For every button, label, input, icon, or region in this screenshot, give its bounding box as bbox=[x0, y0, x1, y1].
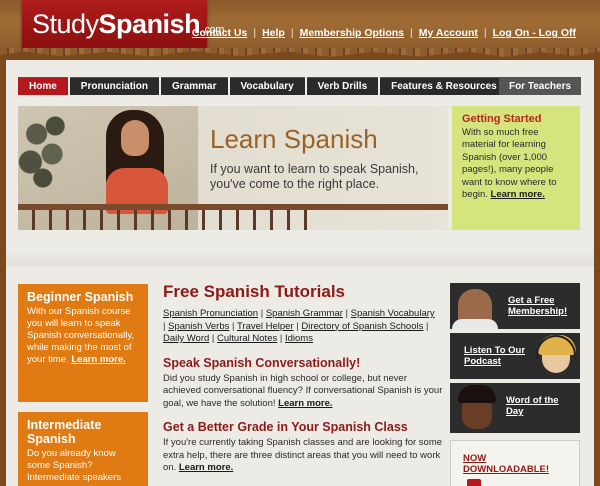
speak-conversationally-text: Did you study Spanish in high school or … bbox=[163, 372, 443, 409]
link-spanish-pronunciation[interactable]: Spanish Pronunciation bbox=[163, 308, 258, 319]
getting-started-box: Getting Started With so much free materi… bbox=[452, 106, 580, 230]
link-spanish-verbs[interactable]: Spanish Verbs bbox=[168, 321, 229, 332]
site-header: StudySpanish .com Contact Us | Help | Mem… bbox=[0, 0, 600, 52]
logo-box[interactable]: StudySpanish .com bbox=[22, 0, 224, 48]
man-shirt-graphic bbox=[452, 319, 498, 329]
better-grade-text: If you're currently taking Spanish class… bbox=[163, 437, 443, 473]
railing-posts-graphic bbox=[18, 210, 318, 230]
contact-us-link[interactable]: Contact Us bbox=[186, 27, 253, 39]
hero-banner: Learn Spanish If you want to learn to sp… bbox=[18, 106, 448, 230]
main-panel: Home Pronunciation Grammar Vocabulary Ve… bbox=[6, 60, 594, 250]
link-cultural-notes[interactable]: Cultural Notes bbox=[217, 333, 277, 344]
downloadable-promo[interactable]: NOW DOWNLOADABLE! bbox=[450, 440, 580, 486]
my-account-link[interactable]: My Account bbox=[413, 27, 484, 39]
center-column: Free Spanish Tutorials Spanish Pronuncia… bbox=[163, 282, 443, 475]
link-directory-spanish-schools[interactable]: Directory of Spanish Schools bbox=[301, 321, 423, 332]
free-membership-link[interactable]: Get a Free Membership! bbox=[508, 295, 576, 317]
word-of-day-promo[interactable]: Word of the Day bbox=[450, 383, 580, 433]
word-of-day-link[interactable]: Word of the Day bbox=[506, 395, 572, 417]
free-membership-promo[interactable]: Get a Free Membership! bbox=[450, 283, 580, 329]
link-idioms[interactable]: Idioms bbox=[285, 333, 313, 344]
woman-hair-dark-graphic bbox=[458, 385, 496, 403]
log-on-log-off-link[interactable]: Log On - Log Off bbox=[487, 27, 582, 39]
podcast-promo[interactable]: Listen To Our Podcast bbox=[450, 333, 580, 379]
intermediate-spanish-title[interactable]: Intermediate Spanish bbox=[27, 418, 139, 446]
link-travel-helper[interactable]: Travel Helper bbox=[237, 321, 294, 332]
beginner-spanish-title[interactable]: Beginner Spanish bbox=[27, 290, 139, 304]
tab-home[interactable]: Home bbox=[18, 77, 68, 95]
main-tabs: Home Pronunciation Grammar Vocabulary Ve… bbox=[18, 77, 581, 95]
better-grade-title[interactable]: Get a Better Grade in Your Spanish Class bbox=[163, 420, 443, 434]
getting-started-learn-more-link[interactable]: Learn more. bbox=[491, 189, 545, 200]
hero-title: Learn Spanish bbox=[210, 124, 378, 154]
link-daily-word[interactable]: Daily Word bbox=[163, 333, 209, 344]
membership-options-link[interactable]: Membership Options bbox=[294, 27, 410, 39]
grade-learn-more-link[interactable]: Learn more. bbox=[179, 462, 233, 473]
tab-pronunciation[interactable]: Pronunciation bbox=[69, 77, 160, 95]
divider-strip bbox=[6, 250, 594, 266]
podcast-link[interactable]: Listen To Our Podcast bbox=[464, 345, 536, 367]
speak-conversationally-title[interactable]: Speak Spanish Conversationally! bbox=[163, 356, 443, 370]
tab-grammar[interactable]: Grammar bbox=[161, 77, 228, 95]
link-spanish-grammar[interactable]: Spanish Grammar bbox=[266, 308, 343, 319]
woman-face-graphic bbox=[121, 120, 149, 156]
intermediate-spanish-text: Do you already know some Spanish? Interm… bbox=[27, 448, 121, 483]
tab-verb-drills[interactable]: Verb Drills bbox=[306, 77, 379, 95]
getting-started-title: Getting Started bbox=[462, 113, 542, 125]
intermediate-spanish-box: Intermediate Spanish Do you already know… bbox=[18, 412, 148, 486]
plant-graphic bbox=[18, 110, 80, 190]
download-icon bbox=[467, 479, 481, 486]
tab-for-teachers[interactable]: For Teachers bbox=[499, 77, 581, 95]
speak-learn-more-link[interactable]: Learn more. bbox=[278, 398, 332, 409]
tutorial-links: Spanish Pronunciation | Spanish Grammar … bbox=[163, 308, 435, 344]
top-nav: Contact Us | Help | Membership Options |… bbox=[186, 27, 582, 39]
hero-text: If you want to learn to speak Spanish, y… bbox=[210, 162, 419, 191]
link-spanish-vocabulary[interactable]: Spanish Vocabulary bbox=[351, 308, 435, 319]
content-area: Beginner Spanish With our Spanish course… bbox=[6, 250, 594, 486]
now-downloadable-link[interactable]: NOW DOWNLOADABLE! bbox=[463, 453, 549, 475]
beginner-learn-more-link[interactable]: Learn more. bbox=[71, 354, 125, 365]
beginner-spanish-box: Beginner Spanish With our Spanish course… bbox=[18, 284, 148, 402]
tab-features-resources[interactable]: Features & Resources bbox=[380, 77, 508, 95]
free-tutorials-title: Free Spanish Tutorials bbox=[163, 282, 346, 301]
help-link[interactable]: Help bbox=[256, 27, 291, 39]
tab-vocabulary[interactable]: Vocabulary bbox=[229, 77, 305, 95]
